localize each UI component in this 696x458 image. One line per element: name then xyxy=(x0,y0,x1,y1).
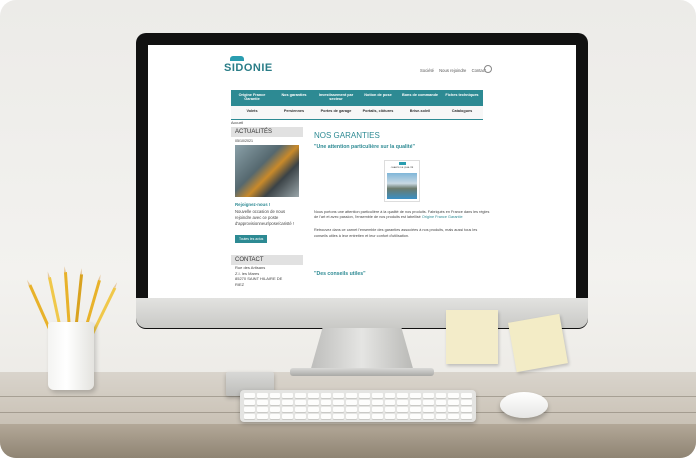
house-image xyxy=(387,173,417,199)
sticky-note xyxy=(508,313,568,373)
all-news-button[interactable]: Toutes les actus xyxy=(235,235,268,243)
top-links: Société Nous rejoindre Contact xyxy=(416,68,486,73)
pencil-cup xyxy=(48,322,94,390)
main-content: NOS GARANTIES "Une attention particulièr… xyxy=(314,127,490,277)
paragraph-quality: Nous portons une attention particulière … xyxy=(314,210,490,220)
nav-item-portes[interactable]: Portes de garage xyxy=(315,106,357,119)
quote-heading-2: "Des conseils utiles" xyxy=(314,270,366,277)
nav-item-investissement[interactable]: Investissement par secteur xyxy=(315,90,357,106)
breadcrumb[interactable]: Accueil xyxy=(231,121,243,125)
nav-item-commande[interactable]: Bons de commande xyxy=(399,90,441,106)
photo-scene: SIDONIE Société Nous rejoindre Contact O… xyxy=(0,0,696,458)
logo-icon xyxy=(230,56,244,61)
news-date: 05/10/2021 xyxy=(235,139,253,143)
news-title: ACTUALITÉS xyxy=(231,127,303,137)
mouse xyxy=(500,392,548,418)
quality-charter-thumbnail[interactable]: CHARTE DE QUALITÉ xyxy=(384,160,420,202)
site-header: SIDONIE Société Nous rejoindre Contact xyxy=(148,45,576,89)
keyboard xyxy=(240,390,476,422)
origine-france-link[interactable]: Origine France Garantie xyxy=(422,215,463,219)
top-link-societe[interactable]: Société xyxy=(420,68,434,73)
charter-logo-icon xyxy=(399,162,406,165)
nav-item-pose[interactable]: Notion de pose xyxy=(357,90,399,106)
nav-item-origine[interactable]: Origine France Garantie xyxy=(231,90,273,106)
search-icon[interactable] xyxy=(484,65,492,73)
screen: SIDONIE Société Nous rejoindre Contact O… xyxy=(148,45,576,298)
nav-item-volets[interactable]: Volets xyxy=(231,106,273,119)
secondary-nav: Volets Persiennes Portes de garage Porta… xyxy=(231,106,483,120)
news-heading[interactable]: Rejoignez-nous ! xyxy=(231,197,303,209)
monitor-stand-base xyxy=(290,368,434,376)
desk-edge xyxy=(0,424,696,458)
sidebar: ACTUALITÉS 05/10/2021 Rejoignez-nous ! N… xyxy=(231,127,303,287)
page-title: NOS GARANTIES xyxy=(314,131,380,140)
top-link-rejoindre[interactable]: Nous rejoindre xyxy=(439,68,466,73)
nav-item-brise-soleil[interactable]: Brise-soleil xyxy=(399,106,441,119)
nav-item-fiches[interactable]: Fiches techniques xyxy=(441,90,483,106)
paragraph-text: Nous portons une attention particulière … xyxy=(314,210,490,220)
sticky-note xyxy=(446,310,498,364)
nav-item-catalogues[interactable]: Catalogues xyxy=(441,106,483,119)
monitor-stand xyxy=(310,328,414,372)
paragraph-guarantees: Retrouvez dans ce carnet l'ensemble des … xyxy=(314,228,478,238)
contact-title: CONTACT xyxy=(231,255,303,265)
thumb-caption: CHARTE DE QUALITÉ xyxy=(390,167,414,169)
nav-item-portails[interactable]: Portails, clôtures xyxy=(357,106,399,119)
news-text: Nouvelle occasion de nous rejoindre avec… xyxy=(235,209,294,226)
nav-item-garanties[interactable]: Nos garanties xyxy=(273,90,315,106)
nav-item-persiennes[interactable]: Persiennes xyxy=(273,106,315,119)
quote-heading: "Une attention particulière sur la quali… xyxy=(314,144,415,150)
primary-nav: Origine France Garantie Nos garanties In… xyxy=(231,90,483,106)
contact-line: RIEZ xyxy=(235,281,245,287)
site-logo[interactable]: SIDONIE xyxy=(224,62,273,74)
news-photo[interactable] xyxy=(235,145,299,197)
